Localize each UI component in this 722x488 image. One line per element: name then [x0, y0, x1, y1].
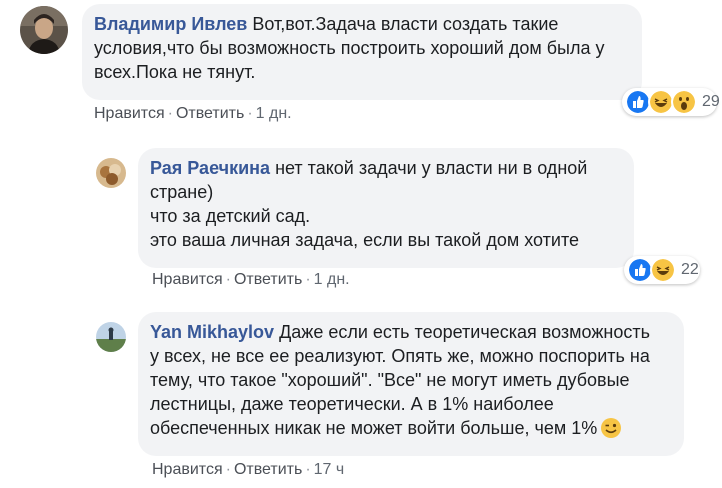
reaction-count: 22	[681, 261, 699, 278]
comment-bubble: Рая Раечкина нет такой задачи у власти н…	[138, 148, 634, 268]
separator-dot: ·	[247, 105, 253, 122]
comment-time[interactable]: 1 дн.	[256, 105, 292, 122]
comment-2: Рая Раечкина нет такой задачи у власти н…	[0, 140, 722, 300]
comment-1: Владимир Ивлев Вот,вот.Задача власти соз…	[0, 0, 722, 130]
separator-dot: ·	[225, 271, 231, 288]
comment-text-line: обеспеченных никак не может войти больше…	[150, 418, 598, 438]
reply-link[interactable]: Ответить	[234, 271, 302, 288]
reply-link[interactable]: Ответить	[234, 461, 302, 478]
comment-author[interactable]: Владимир Ивлев	[94, 14, 247, 34]
wink-emoji-icon	[601, 418, 622, 444]
separator-dot: ·	[305, 461, 311, 478]
comment-time[interactable]: 1 дн.	[314, 271, 350, 288]
reaction-count: 29	[702, 93, 720, 110]
reactions-summary[interactable]: 29	[622, 88, 720, 116]
comment-text-line: у всех, не все ее реализуют. Опять же, м…	[150, 346, 650, 366]
comment-text-line: нет такой задачи у власти ни в одной	[275, 158, 588, 178]
avatar[interactable]	[20, 6, 68, 54]
reaction-icons	[627, 257, 676, 283]
reaction-icons	[625, 89, 697, 115]
comment-text-line: стране)	[150, 182, 214, 202]
reply-link[interactable]: Ответить	[176, 105, 244, 122]
wow-icon	[671, 89, 697, 115]
comment-actions: Нравится · Ответить · 17 ч	[152, 461, 344, 479]
reactions-summary[interactable]: 22	[624, 256, 700, 284]
haha-icon	[650, 257, 676, 283]
comment-actions: Нравится · Ответить · 1 дн.	[94, 105, 292, 123]
like-link[interactable]: Нравится	[152, 461, 223, 478]
like-link[interactable]: Нравится	[152, 271, 223, 288]
comment-author[interactable]: Рая Раечкина	[150, 158, 270, 178]
comment-time[interactable]: 17 ч	[314, 461, 345, 478]
comment-text-line: Вот,вот.Задача власти создать такие	[252, 14, 559, 34]
comment-text-line: тему, что такое "хороший". "Все" не могу…	[150, 370, 630, 390]
comment-3: Yan Mikhaylov Даже если есть теоретическ…	[0, 300, 722, 488]
comment-author[interactable]: Yan Mikhaylov	[150, 322, 274, 342]
comment-bubble: Владимир Ивлев Вот,вот.Задача власти соз…	[82, 4, 642, 100]
separator-dot: ·	[167, 105, 173, 122]
comment-actions: Нравится · Ответить · 1 дн.	[152, 271, 350, 289]
comment-text-line: что за детский сад.	[150, 206, 311, 226]
comment-text-line: лестницы, даже теоретически. А в 1% наиб…	[150, 394, 554, 414]
comment-bubble: Yan Mikhaylov Даже если есть теоретическ…	[138, 312, 684, 456]
avatar[interactable]	[96, 322, 126, 352]
avatar[interactable]	[96, 158, 126, 188]
comment-text-line: Даже если есть теоретическая возможность	[279, 322, 650, 342]
like-link[interactable]: Нравится	[94, 105, 165, 122]
separator-dot: ·	[225, 461, 231, 478]
comment-text-line: всех.Пока не тянут.	[94, 62, 256, 82]
separator-dot: ·	[305, 271, 311, 288]
comment-text-line: условия,что бы возможность построить хор…	[94, 38, 605, 58]
comment-text-line: это ваша личная задача, если вы такой до…	[150, 230, 579, 250]
